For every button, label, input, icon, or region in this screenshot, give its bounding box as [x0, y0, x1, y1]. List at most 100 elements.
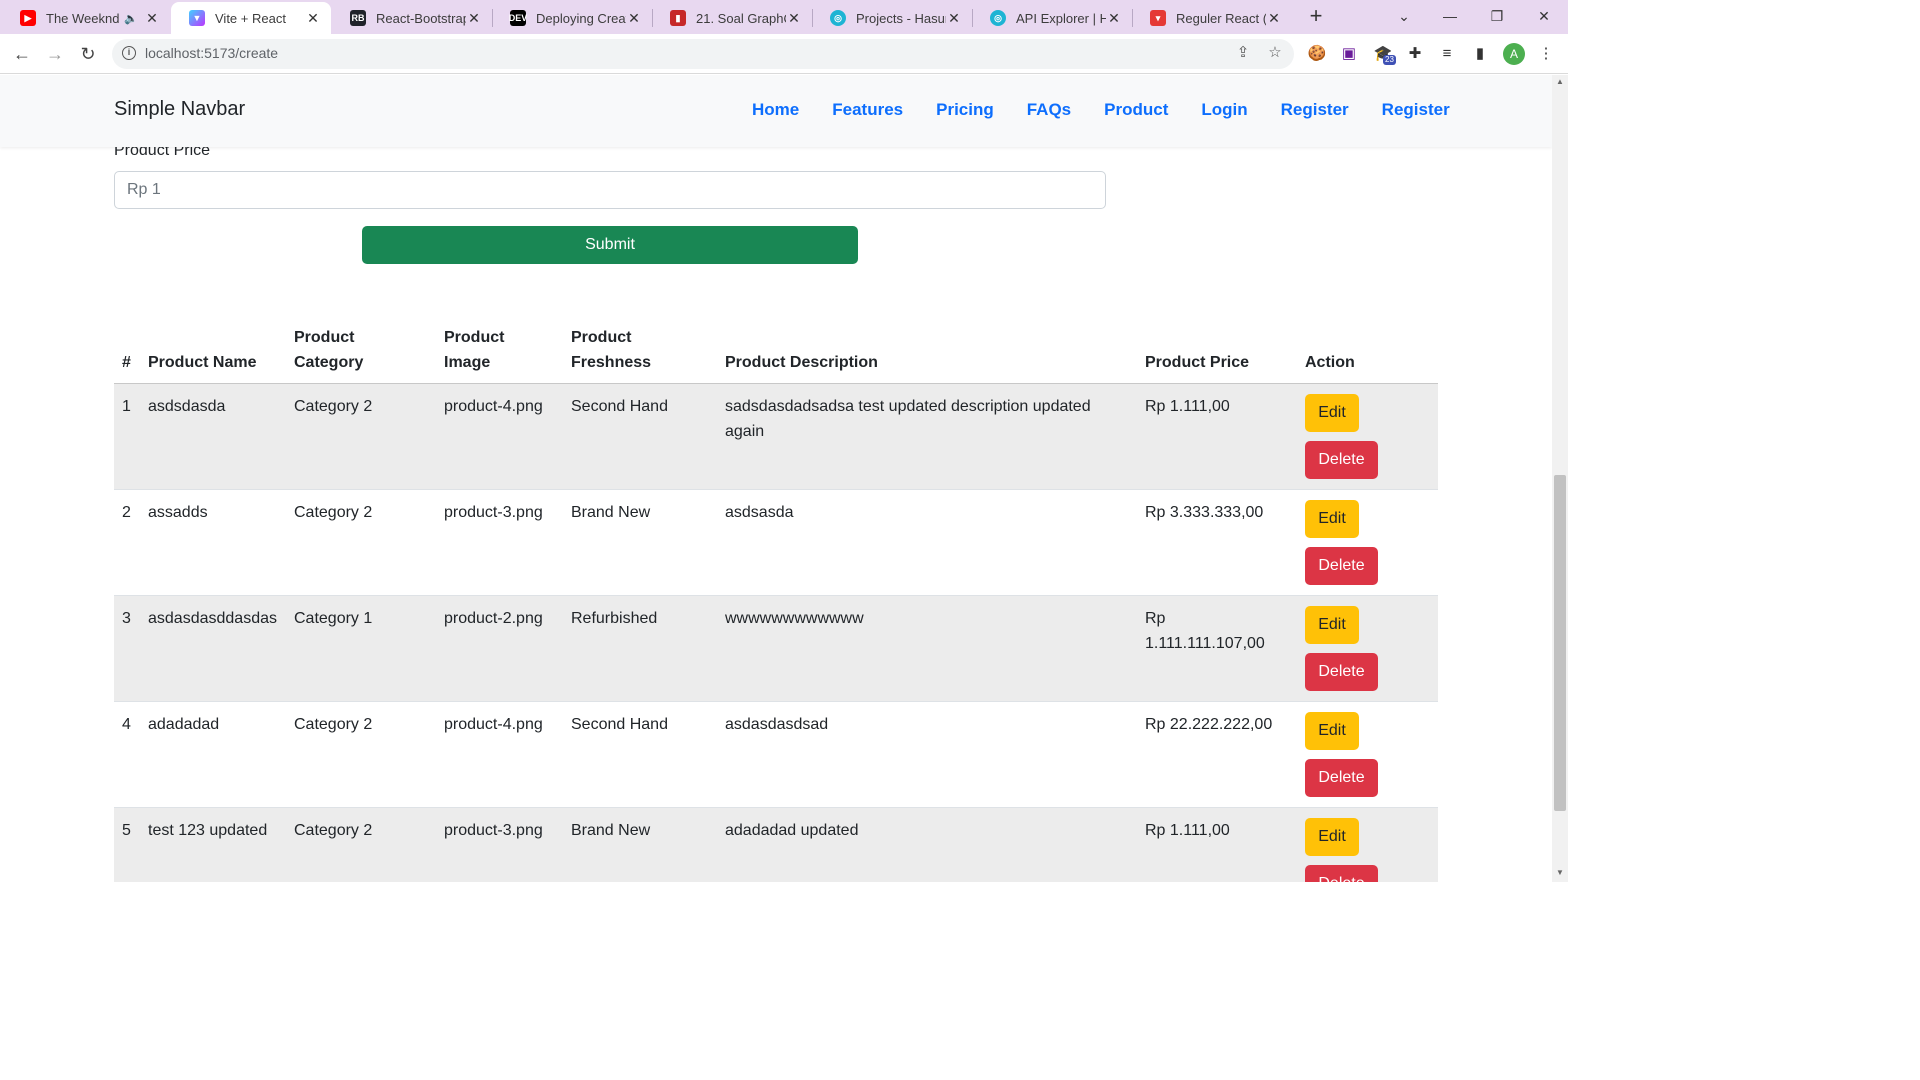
browser-tab[interactable]: DEV Deploying Create ✕ — [492, 2, 652, 34]
dev-icon: DEV — [509, 10, 527, 26]
close-icon[interactable]: ✕ — [144, 10, 160, 27]
close-icon[interactable]: ✕ — [786, 10, 802, 27]
address-bar[interactable]: i localhost:5173/create ⇪ ☆ — [112, 39, 1294, 69]
window-close-icon[interactable]: ✕ — [1530, 4, 1558, 28]
edit-button[interactable]: Edit — [1305, 500, 1359, 538]
scroll-down-arrow-icon[interactable]: ▼ — [1552, 866, 1568, 880]
cell-freshness: Refurbished — [563, 595, 717, 702]
scrollbar-thumb[interactable] — [1554, 475, 1566, 811]
tab-title: Reguler React (Ke — [1176, 10, 1266, 26]
cell-category: Category 2 — [286, 383, 436, 490]
header-product-name: Product Name — [140, 317, 286, 384]
browser-tab[interactable]: ◎ Projects - Hasura ✕ — [812, 2, 972, 34]
cell-description: wwwwwwwwwwww — [717, 595, 1137, 702]
share-icon[interactable]: ⇪ — [1234, 44, 1252, 62]
back-arrow-icon[interactable]: ← — [10, 42, 34, 66]
nav-link-features[interactable]: Features — [832, 100, 903, 120]
nav-link-register-2[interactable]: Register — [1382, 100, 1450, 120]
delete-button[interactable]: Delete — [1305, 547, 1378, 585]
cell-category: Category 1 — [286, 595, 436, 702]
hasura-icon: ◎ — [830, 10, 846, 26]
star-icon[interactable]: ☆ — [1266, 44, 1284, 62]
close-icon[interactable]: ✕ — [946, 10, 962, 27]
cell-action: Edit Delete — [1297, 383, 1438, 490]
edit-button[interactable]: Edit — [1305, 394, 1359, 432]
graduation-extension-icon[interactable]: 🎓 23 — [1373, 44, 1396, 65]
cell-description: sadsdasdadsadsa test updated description… — [717, 383, 1137, 490]
side-panel-icon[interactable]: ▮ — [1470, 44, 1490, 64]
tab-title: Deploying Create — [536, 10, 626, 26]
speaker-icon[interactable]: 🔈 — [124, 12, 138, 25]
delete-button[interactable]: Delete — [1305, 865, 1378, 882]
browser-tab-active[interactable]: ▼ Vite + React ✕ — [171, 2, 331, 34]
close-icon[interactable]: ✕ — [466, 10, 482, 27]
nav-link-pricing[interactable]: Pricing — [936, 100, 994, 120]
profile-avatar[interactable]: A — [1503, 43, 1525, 65]
cell-number: 2 — [114, 489, 140, 596]
minimize-icon[interactable]: — — [1436, 4, 1464, 28]
nav-link-faqs[interactable]: FAQs — [1027, 100, 1071, 120]
cookie-extension-icon[interactable]: 🍪 — [1307, 44, 1327, 64]
nav-link-register[interactable]: Register — [1281, 100, 1349, 120]
table-row: 4 adadadad Category 2 product-4.png Seco… — [114, 701, 1438, 808]
nav-link-login[interactable]: Login — [1201, 100, 1247, 120]
youtube-icon: ▶ — [20, 10, 36, 26]
header-number: # — [114, 317, 140, 384]
extension-icon[interactable]: ▣ — [1339, 44, 1359, 64]
menu-dots-icon[interactable]: ⋮ — [1536, 44, 1556, 64]
cell-number: 1 — [114, 383, 140, 490]
reload-icon[interactable]: ↻ — [76, 42, 100, 66]
delete-button[interactable]: Delete — [1305, 759, 1378, 797]
restore-icon[interactable]: ❐ — [1483, 4, 1511, 28]
delete-button[interactable]: Delete — [1305, 653, 1378, 691]
hasura-icon: ◎ — [990, 10, 1006, 26]
navbar-brand[interactable]: Simple Navbar — [114, 98, 245, 121]
close-icon[interactable]: ✕ — [626, 10, 642, 27]
submit-button[interactable]: Submit — [362, 226, 858, 264]
browser-tab[interactable]: ▶ The Weeknd 🔈 ✕ — [2, 2, 170, 34]
tab-title: The Weeknd — [46, 10, 120, 26]
tab-title: 21. Soal GraphQL — [696, 10, 786, 26]
table-row: 3 asdasdasddasdas Category 1 product-2.p… — [114, 595, 1438, 702]
nav-link-product[interactable]: Product — [1104, 100, 1168, 120]
cell-freshness: Second Hand — [563, 383, 717, 490]
site-info-icon[interactable]: i — [122, 46, 136, 60]
react-bootstrap-icon: RB — [350, 10, 366, 26]
browser-tab[interactable]: ◎ API Explorer | Has ✕ — [972, 2, 1132, 34]
cell-image: product-4.png — [436, 701, 563, 808]
browser-tab[interactable]: ▾ Reguler React (Ke ✕ — [1132, 2, 1292, 34]
edit-button[interactable]: Edit — [1305, 712, 1359, 750]
cell-number: 3 — [114, 595, 140, 702]
tab-search-icon[interactable]: ⌄ — [1390, 4, 1418, 28]
cell-action: Edit Delete — [1297, 807, 1438, 882]
product-price-input[interactable]: Rp 1 — [114, 171, 1106, 209]
header-product-freshness: Product Freshness — [563, 317, 717, 384]
cell-name: assadds — [140, 489, 286, 596]
edit-button[interactable]: Edit — [1305, 818, 1359, 856]
cell-price: Rp 22.222.222,00 — [1137, 701, 1297, 808]
delete-button[interactable]: Delete — [1305, 441, 1378, 479]
url-text[interactable]: localhost:5173/create — [145, 45, 278, 61]
media-control-icon[interactable]: ≡ — [1437, 44, 1457, 64]
close-icon[interactable]: ✕ — [1106, 10, 1122, 27]
browser-tab[interactable]: ▮ 21. Soal GraphQL ✕ — [652, 2, 812, 34]
browser-tab[interactable]: RB React-Bootstrap ✕ — [332, 2, 492, 34]
new-tab-button[interactable]: + — [1306, 5, 1326, 28]
browser-tab-strip: ▶ The Weeknd 🔈 ✕ ▼ Vite + React ✕ RB Rea… — [0, 0, 1568, 34]
extension-badge: 23 — [1383, 55, 1396, 65]
cell-category: Category 2 — [286, 701, 436, 808]
edit-button[interactable]: Edit — [1305, 606, 1359, 644]
table-row: 5 test 123 updated Category 2 product-3.… — [114, 807, 1438, 882]
close-icon[interactable]: ✕ — [1266, 10, 1282, 27]
cell-number: 5 — [114, 807, 140, 882]
close-icon[interactable]: ✕ — [305, 10, 321, 27]
forward-arrow-icon[interactable]: → — [43, 42, 67, 66]
cell-image: product-3.png — [436, 489, 563, 596]
scroll-up-arrow-icon[interactable]: ▲ — [1552, 75, 1568, 89]
cell-action: Edit Delete — [1297, 701, 1438, 808]
nav-links: Home Features Pricing FAQs Product Login… — [752, 100, 1483, 120]
puzzle-icon[interactable]: ✚ — [1405, 44, 1425, 64]
cell-image: product-4.png — [436, 383, 563, 490]
cell-price: Rp 3.333.333,00 — [1137, 489, 1297, 596]
nav-link-home[interactable]: Home — [752, 100, 799, 120]
